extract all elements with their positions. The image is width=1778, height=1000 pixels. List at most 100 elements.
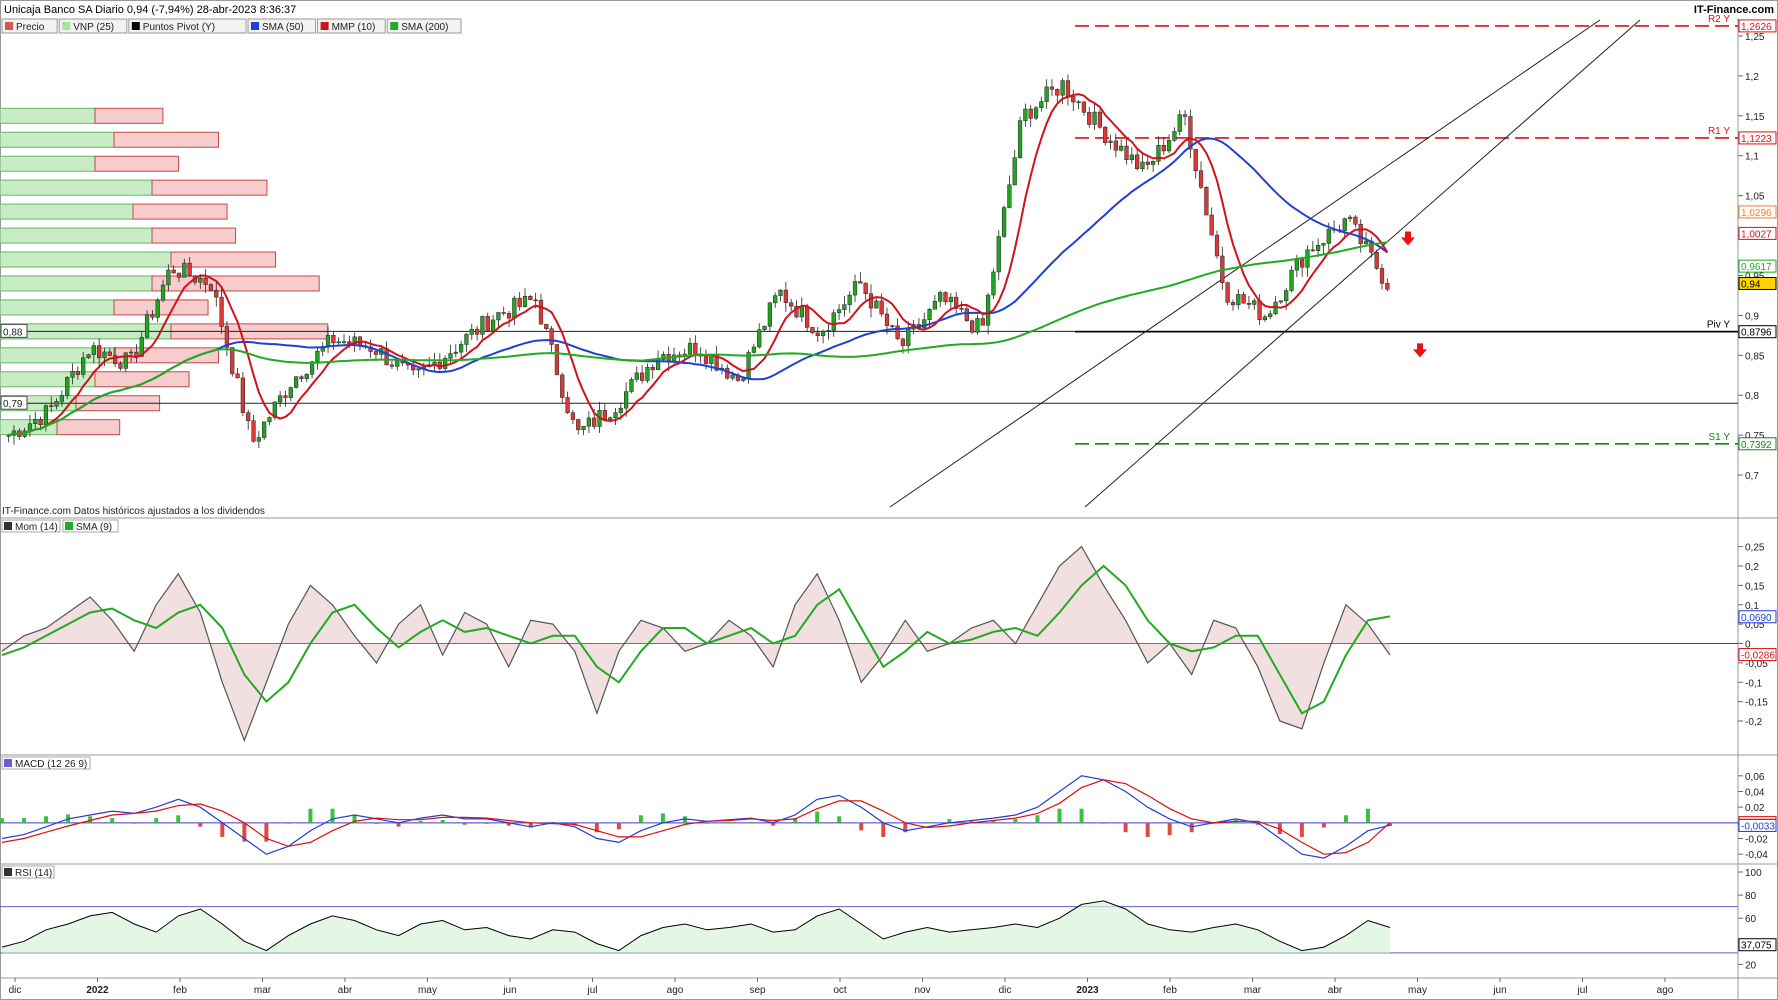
candle-body [1033, 107, 1039, 119]
y-tick-label: 1,05 [1745, 192, 1765, 203]
macd-histogram-bar [638, 815, 643, 823]
candle-body [959, 308, 964, 310]
macd-histogram-bar [881, 822, 886, 837]
candle-body [549, 328, 554, 345]
candle-body [1241, 294, 1246, 304]
macd-label: MACD (12 26 9) [15, 759, 87, 770]
candle-body [256, 437, 261, 442]
candle-body [639, 372, 645, 381]
candle-body [985, 294, 991, 326]
macd-histogram-bar [859, 822, 864, 831]
y-tick-label: 1,15 [1745, 112, 1765, 123]
candle-body [773, 295, 778, 304]
x-tick-label: dic [9, 985, 22, 996]
x-tick-label: may [418, 985, 437, 996]
candle-body [842, 304, 847, 310]
candle-body [1188, 116, 1193, 150]
macd-histogram-bar [925, 821, 930, 823]
chart-title: Unicaja Banco SA Diario 0,94 (-7,94%) 28… [4, 4, 296, 16]
candle-body [1145, 161, 1150, 165]
candle-body [1363, 240, 1369, 245]
candle-body [496, 312, 501, 321]
candle-body [1214, 234, 1220, 257]
candle-body [1119, 145, 1124, 151]
candle-body [144, 314, 150, 338]
candle-body [1358, 223, 1363, 245]
candle-body [123, 352, 128, 369]
candle-body [1007, 184, 1012, 208]
candle-body [1060, 80, 1065, 96]
candle-body [927, 309, 932, 320]
candle-body [570, 412, 576, 420]
volume-profile-buy [0, 155, 96, 172]
candle-body [1262, 316, 1268, 320]
candle-body [645, 367, 650, 381]
y-tick-label: 0,9 [1745, 311, 1759, 322]
legend-label: Precio [16, 22, 45, 33]
candle-body [634, 372, 639, 380]
candle-body [155, 299, 160, 318]
support-label: 0,79 [3, 399, 23, 410]
candle-body [1135, 154, 1140, 170]
macd-histogram-bar [374, 822, 379, 824]
candle-body [299, 376, 304, 379]
volume-profile-buy [0, 227, 153, 244]
rsi-value-tag: 37,075 [1741, 941, 1772, 952]
candle-body [1092, 111, 1097, 125]
candle-body [1124, 145, 1129, 161]
legend-swatch [131, 22, 140, 30]
candle-body [160, 284, 166, 301]
candle-body [1353, 216, 1358, 225]
y-tick-label: 0,8 [1745, 391, 1759, 402]
candle-body [448, 353, 453, 359]
macd-histogram-bar [837, 816, 842, 823]
candle-body [1230, 302, 1236, 306]
candle-body [1347, 216, 1353, 219]
legend-swatch [5, 22, 13, 30]
candle-body [501, 312, 506, 314]
candle-body [43, 405, 49, 425]
x-tick-label: 2022 [86, 985, 109, 996]
pivot-value-tag: 0,7392 [1741, 440, 1772, 451]
candle-body [932, 301, 937, 310]
candle-body [118, 363, 123, 369]
macd-histogram-bar [1057, 808, 1062, 823]
candle-body [783, 289, 788, 303]
macd-panel-label[interactable]: MACD (12 26 9) [1, 756, 91, 770]
macd-histogram-bar [1101, 822, 1106, 824]
volume-profile-buy [0, 371, 96, 388]
candle-body [938, 292, 943, 302]
candle-body [581, 426, 586, 430]
candle-body [687, 342, 693, 355]
candle-body [246, 412, 251, 421]
candle-body [576, 419, 581, 430]
mom-panel-label[interactable]: Mom (14) SMA (9) [1, 519, 119, 533]
candle-body [1326, 228, 1331, 244]
indicator-legend[interactable]: Precio VNP (25) Puntos Pivot (Y) SMA (50) MM… [1, 18, 462, 34]
candle-body [176, 272, 182, 278]
candle-body [416, 368, 421, 371]
candle-body [528, 296, 533, 301]
candle-body [288, 387, 293, 398]
volume-profile-buy [0, 275, 153, 292]
x-tick-label: may [1408, 985, 1427, 996]
macd-histogram-bar [462, 822, 467, 825]
candle-body [464, 334, 469, 345]
candle-body [384, 348, 389, 366]
y-tick-label: 60 [1745, 914, 1757, 925]
rsi-panel-label[interactable]: RSI (14) [1, 865, 55, 879]
candle-body [650, 367, 655, 371]
candle-body [267, 417, 272, 423]
candle-body [474, 328, 480, 335]
candle-body [863, 282, 868, 294]
price-value-tag: 1,0027 [1741, 229, 1772, 240]
candle-body [49, 405, 54, 407]
candle-body [799, 305, 804, 318]
candle-body [293, 376, 299, 388]
legend-swatch [251, 22, 259, 30]
candle-body [485, 316, 490, 332]
candle-body [709, 355, 714, 364]
candle-body [262, 421, 267, 438]
x-tick-label: ago [667, 985, 684, 996]
candle-body [847, 294, 852, 305]
